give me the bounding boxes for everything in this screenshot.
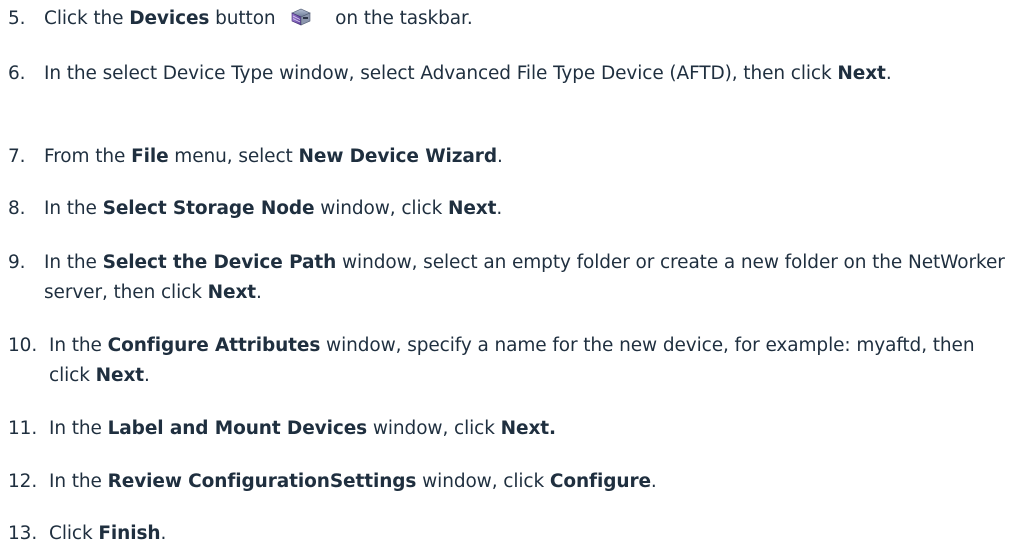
step-7: 7. From the File menu, select New Device… — [8, 142, 1008, 172]
step-number: 12. — [8, 471, 38, 492]
step-number: 6. — [8, 63, 26, 84]
step-10: 10. In the Configure Attributes window, … — [8, 331, 1008, 391]
devices-label: Devices — [129, 8, 210, 29]
step-6: 6. In the select Device Type window, sel… — [8, 59, 1008, 89]
step-number: 7. — [8, 146, 26, 167]
step-number: 9. — [8, 252, 26, 273]
step-text: Click Finish. — [49, 523, 167, 544]
step-number: 5. — [8, 8, 26, 29]
step-text: In the Select the Device Path window, se… — [44, 252, 1005, 303]
step-number: 10. — [8, 335, 38, 356]
step-text: Click the Devices button on the taskbar. — [44, 8, 473, 29]
step-13: 13. Click Finish. — [8, 519, 1008, 549]
step-text: In the Configure Attributes window, spec… — [49, 335, 975, 386]
step-number: 8. — [8, 198, 26, 219]
step-number: 13. — [8, 523, 38, 544]
step-9: 9. In the Select the Device Path window,… — [8, 248, 1008, 308]
procedure-steps: 5. Click the Devices button on the taskb… — [0, 0, 1015, 552]
step-text: In the Label and Mount Devices window, c… — [49, 418, 556, 439]
step-text: From the File menu, select New Device Wi… — [44, 146, 503, 167]
step-12: 12. In the Review ConfigurationSettings … — [8, 467, 1008, 497]
step-text: In the Review ConfigurationSettings wind… — [49, 471, 657, 492]
step-11: 11. In the Label and Mount Devices windo… — [8, 414, 1008, 444]
step-number: 11. — [8, 418, 38, 439]
step-text: In the select Device Type window, select… — [44, 63, 892, 84]
step-5: 5. Click the Devices button on the taskb… — [8, 4, 1008, 34]
step-8: 8. In the Select Storage Node window, cl… — [8, 194, 1008, 224]
step-text: In the Select Storage Node window, click… — [44, 198, 503, 219]
devices-icon — [291, 8, 312, 26]
